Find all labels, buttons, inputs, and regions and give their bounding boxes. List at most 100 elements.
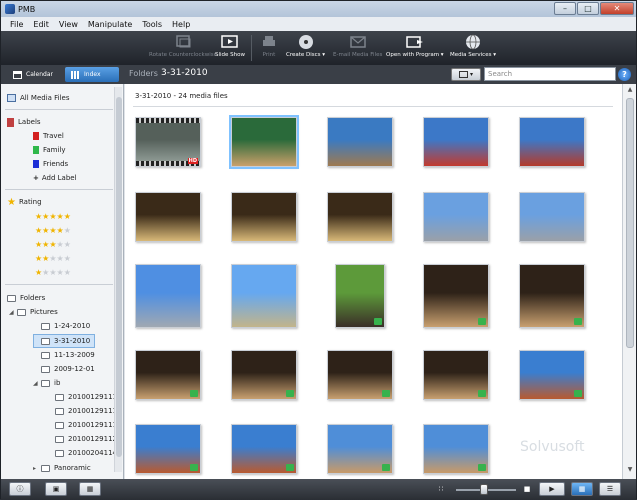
print-button[interactable]: Print: [259, 33, 279, 58]
thumbnail-image: [136, 193, 200, 241]
photo-thumbnail[interactable]: [327, 350, 393, 400]
photo-thumbnail[interactable]: [231, 424, 297, 474]
rating-3[interactable]: ★★★★★: [35, 238, 71, 250]
photo-thumbnail[interactable]: [135, 264, 201, 328]
folder-11-13-2009[interactable]: 11-13-2009: [41, 349, 95, 361]
subfolder-item[interactable]: 201001291114: [55, 405, 121, 417]
sidebar-scroll-thumb[interactable]: [116, 97, 122, 457]
subfolder-item[interactable]: 201001291124: [55, 433, 121, 445]
rotate-icon: [173, 33, 193, 51]
photo-thumbnail[interactable]: [519, 350, 585, 400]
grid-view-button[interactable]: ▦: [571, 482, 593, 496]
photo-thumbnail[interactable]: [423, 350, 489, 400]
tab-index[interactable]: Index: [65, 67, 119, 82]
photo-thumbnail[interactable]: [231, 264, 297, 328]
create-discs-button[interactable]: Create Discs ▾: [286, 33, 325, 58]
menu-manipulate[interactable]: Manipulate: [83, 20, 137, 29]
app-logo-icon: [5, 4, 15, 14]
open-with-button[interactable]: Open with Program ▾: [386, 33, 444, 58]
map-button[interactable]: ▦: [79, 482, 101, 496]
minimize-button[interactable]: –: [554, 2, 576, 15]
photo-thumbnail[interactable]: [231, 350, 297, 400]
photo-thumbnail[interactable]: [423, 264, 489, 328]
folder-icon: [41, 464, 50, 472]
preview-button[interactable]: ▣: [45, 482, 67, 496]
search-input[interactable]: Search: [484, 67, 616, 81]
large-thumbs-icon[interactable]: ■: [519, 482, 535, 496]
folder-3-31-2010[interactable]: 3-31-2010: [33, 334, 96, 348]
folder-icon: [41, 322, 50, 330]
media-services-button[interactable]: Media Services ▾: [450, 33, 496, 58]
email-button[interactable]: E-mail Media Files: [333, 33, 382, 58]
photo-thumbnail[interactable]: [327, 424, 393, 474]
info-button[interactable]: ⓘ: [9, 482, 31, 496]
rotate-ccw-button[interactable]: Rotate Counterclockwise: [149, 33, 217, 58]
small-thumbs-icon[interactable]: ∷: [433, 482, 449, 496]
photo-thumbnail[interactable]: [135, 424, 201, 474]
globe-icon: [463, 33, 483, 51]
label-friends[interactable]: Friends: [33, 158, 68, 170]
menu-tools[interactable]: Tools: [137, 20, 167, 29]
photo-thumbnail[interactable]: [519, 264, 585, 328]
add-label-button[interactable]: + Add Label: [33, 172, 77, 184]
list-view-button[interactable]: ☰: [599, 482, 621, 496]
nav-bar: Calendar Index Folders 3-31-2010 ▾ Searc…: [1, 65, 636, 84]
main-scroll-thumb[interactable]: [626, 98, 634, 348]
menu-view[interactable]: View: [54, 20, 83, 29]
photo-thumbnail[interactable]: [231, 192, 297, 242]
tab-calendar[interactable]: Calendar: [7, 67, 59, 82]
photo-thumbnail[interactable]: [229, 115, 299, 169]
photo-thumbnail[interactable]: [423, 424, 489, 474]
list-view-icon: ☰: [606, 485, 614, 493]
subfolder-item[interactable]: 201001291115: [55, 419, 121, 431]
all-media-files[interactable]: All Media Files: [7, 92, 70, 104]
photo-thumbnail[interactable]: [135, 192, 201, 242]
folder-icon: [7, 294, 16, 302]
maximize-button[interactable]: □: [577, 2, 599, 15]
label-family[interactable]: Family: [33, 144, 66, 156]
main-scrollbar[interactable]: ▲ ▼: [622, 84, 636, 479]
breadcrumb-folders[interactable]: Folders: [129, 69, 158, 78]
folder-1-24-2010[interactable]: 1-24-2010: [41, 320, 90, 332]
folders-header[interactable]: Folders: [7, 292, 45, 304]
subfolder-item[interactable]: 20100204114: [55, 447, 117, 459]
scroll-up-arrow-icon[interactable]: ▲: [625, 86, 635, 96]
folder-ib[interactable]: ◢ ib: [33, 377, 60, 389]
rating-5[interactable]: ★★★★★: [35, 210, 71, 222]
subfolder-item[interactable]: 201001291113: [55, 391, 121, 403]
menu-edit[interactable]: Edit: [28, 20, 54, 29]
folder-icon: [41, 365, 50, 373]
rating-2[interactable]: ★★★★★: [35, 252, 71, 264]
menu-help[interactable]: Help: [167, 20, 195, 29]
folder-2009-12-01[interactable]: 2009-12-01: [41, 363, 95, 375]
photo-thumbnail[interactable]: [423, 117, 489, 167]
folder-icon: [41, 337, 50, 345]
labels-header[interactable]: Labels: [7, 116, 41, 128]
zoom-slider-handle[interactable]: [480, 484, 488, 495]
rating-stars: ★★★★★: [35, 267, 71, 277]
slideshow-button[interactable]: Slide Show: [215, 33, 245, 58]
photo-thumbnail[interactable]: [423, 192, 489, 242]
photo-thumbnail[interactable]: [519, 117, 585, 167]
slideshow-mode-button[interactable]: ▶: [539, 482, 565, 496]
rating-4[interactable]: ★★★★★: [35, 224, 71, 236]
folder-pictures[interactable]: ◢ Pictures: [9, 306, 58, 318]
help-icon[interactable]: ?: [618, 68, 631, 81]
video-thumbnail[interactable]: HD: [135, 117, 201, 167]
photo-thumbnail[interactable]: [335, 264, 385, 328]
photo-thumbnail[interactable]: [519, 192, 585, 242]
menu-file[interactable]: File: [5, 20, 28, 29]
collapse-triangle-icon: ◢: [33, 379, 38, 387]
rating-header[interactable]: ★ Rating: [7, 196, 42, 208]
view-mode-dropdown[interactable]: ▾: [451, 68, 481, 81]
sidebar-scrollbar[interactable]: [114, 87, 122, 472]
label-tag-icon: [7, 117, 14, 127]
label-travel[interactable]: Travel: [33, 130, 64, 142]
scroll-down-arrow-icon[interactable]: ▼: [625, 466, 635, 476]
photo-thumbnail[interactable]: [327, 117, 393, 167]
rating-1[interactable]: ★★★★★: [35, 266, 71, 278]
photo-thumbnail[interactable]: [327, 192, 393, 242]
folder-panoramic[interactable]: ▸ Panoramic: [33, 462, 91, 474]
photo-thumbnail[interactable]: [135, 350, 201, 400]
close-button[interactable]: ✕: [600, 2, 634, 15]
